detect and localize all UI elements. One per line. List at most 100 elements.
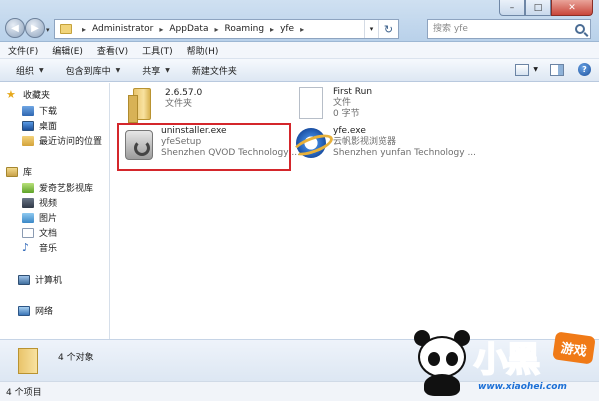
watermark-text: 小黑 bbox=[473, 339, 541, 381]
window-controls: – □ ✕ bbox=[499, 0, 593, 18]
history-dropdown[interactable]: ▾ bbox=[46, 26, 50, 34]
music-icon: ♪ bbox=[22, 240, 30, 254]
menu-view[interactable]: 查看(V) bbox=[97, 44, 128, 57]
new-folder-label: 新建文件夹 bbox=[191, 66, 237, 77]
menu-file[interactable]: 文件(F) bbox=[8, 44, 38, 57]
highlight-box bbox=[117, 123, 291, 171]
nav-libraries-label: 库 bbox=[23, 168, 33, 178]
navigation-pane: ★ 收藏夹 下载 桌面 最近访问的位置 库 爱奇艺影视库 视频 图片 文档 ♪ … bbox=[0, 83, 110, 339]
file-company: Shenzhen yunfan Technology ... bbox=[333, 148, 477, 158]
file-type: 文件 bbox=[333, 98, 352, 108]
nav-network[interactable]: 网络 bbox=[18, 304, 53, 317]
file-item-yfe-exe[interactable]: yfe.exe 云帆影视浏览器 Shenzhen yunfan Technolo… bbox=[293, 126, 476, 166]
address-dropdown[interactable]: ▾ bbox=[364, 20, 378, 38]
folder-icon bbox=[125, 88, 159, 128]
nav-item-recent[interactable]: 最近访问的位置 bbox=[22, 134, 102, 147]
close-button[interactable]: ✕ bbox=[551, 0, 593, 16]
menu-edit[interactable]: 编辑(E) bbox=[52, 44, 83, 57]
nav-computer-label: 计算机 bbox=[35, 276, 63, 286]
pictures-icon bbox=[22, 212, 34, 223]
refresh-icon[interactable]: ↻ bbox=[378, 20, 398, 38]
breadcrumb-separator[interactable]: ▸ bbox=[300, 25, 304, 34]
file-type: 文件夹 bbox=[165, 99, 193, 109]
nav-item-label: 文档 bbox=[39, 229, 58, 239]
nav-item-label: 视频 bbox=[39, 199, 58, 209]
watermark-badge: 游戏 bbox=[552, 331, 596, 365]
menu-tools[interactable]: 工具(T) bbox=[142, 44, 173, 57]
search-input[interactable] bbox=[428, 20, 568, 38]
minimize-button[interactable]: – bbox=[499, 0, 525, 16]
preview-pane-icon[interactable] bbox=[550, 63, 564, 76]
recent-places-icon bbox=[22, 135, 34, 146]
breadcrumb-separator[interactable]: ▸ bbox=[214, 25, 218, 34]
breadcrumb-separator[interactable]: ▸ bbox=[82, 25, 86, 34]
blank-file-icon bbox=[293, 87, 327, 127]
forward-button[interactable]: ▶ bbox=[25, 18, 45, 38]
include-in-library-button[interactable]: 包含到库中 ▼ bbox=[66, 64, 121, 77]
network-icon bbox=[18, 305, 30, 316]
ie-style-icon bbox=[293, 126, 327, 166]
nav-item-downloads[interactable]: 下载 bbox=[22, 104, 57, 117]
command-bar: 组织 ▼ 包含到库中 ▼ 共享 ▼ 新建文件夹 ▼ ? bbox=[0, 59, 599, 82]
item-count: 4 个项目 bbox=[6, 388, 42, 398]
library-icon bbox=[6, 166, 18, 177]
nav-libraries[interactable]: 库 bbox=[6, 165, 32, 178]
change-view-icon[interactable] bbox=[515, 63, 530, 76]
nav-item-label: 爱奇艺影视库 bbox=[39, 184, 94, 194]
breadcrumb-administrator[interactable]: Administrator bbox=[92, 24, 153, 34]
nav-item-videos[interactable]: 视频 bbox=[22, 196, 57, 209]
breadcrumb-separator[interactable]: ▸ bbox=[159, 25, 163, 34]
nav-item-label: 音乐 bbox=[39, 244, 58, 254]
help-icon[interactable]: ? bbox=[578, 63, 591, 76]
title-bar: – □ ✕ ◀ ▶ ▾ ▸ Administrator ▸ AppData ▸ … bbox=[0, 0, 599, 42]
panda-mascot-icon bbox=[408, 328, 474, 398]
watermark-logo: 小黑 游戏 www.xiaohei.com bbox=[404, 326, 599, 401]
menu-help[interactable]: 帮助(H) bbox=[187, 44, 219, 57]
breadcrumb-appdata[interactable]: AppData bbox=[169, 24, 208, 34]
folder-icon bbox=[18, 348, 38, 374]
search-icon[interactable] bbox=[575, 24, 585, 34]
breadcrumb-roaming[interactable]: Roaming bbox=[224, 24, 264, 34]
organize-button[interactable]: 组织 ▼ bbox=[16, 64, 44, 77]
back-button[interactable]: ◀ bbox=[5, 18, 25, 38]
file-name: yfe.exe bbox=[333, 126, 366, 136]
share-button[interactable]: 共享 ▼ bbox=[142, 64, 170, 77]
menu-bar: 文件(F) 编辑(E) 查看(V) 工具(T) 帮助(H) bbox=[0, 42, 599, 59]
nav-item-label: 最近访问的位置 bbox=[39, 137, 103, 147]
documents-icon bbox=[22, 227, 34, 238]
video-icon bbox=[22, 197, 34, 208]
object-count: 4 个对象 bbox=[58, 353, 94, 363]
address-bar[interactable]: ▸ Administrator ▸ AppData ▸ Roaming ▸ yf… bbox=[54, 19, 399, 39]
nav-item-desktop[interactable]: 桌面 bbox=[22, 119, 57, 132]
nav-favorites-label: 收藏夹 bbox=[23, 91, 51, 101]
file-description: 云帆影视浏览器 bbox=[333, 137, 397, 147]
maximize-button[interactable]: □ bbox=[525, 0, 551, 16]
nav-item-pictures[interactable]: 图片 bbox=[22, 211, 57, 224]
breadcrumb-yfe[interactable]: yfe bbox=[280, 24, 294, 34]
search-box[interactable] bbox=[427, 19, 591, 39]
file-name: 2.6.57.0 bbox=[165, 88, 203, 98]
file-name: First Run bbox=[333, 87, 373, 97]
downloads-icon bbox=[22, 105, 34, 116]
star-icon: ★ bbox=[6, 87, 16, 101]
file-item-folder[interactable]: 2.6.57.0 文件夹 bbox=[125, 88, 202, 128]
desktop-icon bbox=[22, 120, 34, 131]
breadcrumb-separator[interactable]: ▸ bbox=[270, 25, 274, 34]
iqiyi-library-icon bbox=[22, 182, 34, 193]
nav-favorites[interactable]: ★ 收藏夹 bbox=[6, 87, 51, 102]
nav-item-documents[interactable]: 文档 bbox=[22, 226, 57, 239]
nav-item-iqiyi[interactable]: 爱奇艺影视库 bbox=[22, 181, 93, 194]
share-label: 共享 bbox=[142, 66, 161, 77]
dropdown-arrow-icon: ▼ bbox=[115, 66, 121, 74]
nav-item-music[interactable]: ♪ 音乐 bbox=[22, 240, 58, 255]
nav-item-label: 下载 bbox=[39, 107, 58, 117]
view-dropdown-icon[interactable]: ▼ bbox=[533, 66, 538, 73]
organize-label: 组织 bbox=[16, 66, 35, 77]
dropdown-arrow-icon: ▼ bbox=[39, 66, 44, 74]
include-library-label: 包含到库中 bbox=[65, 66, 111, 77]
new-folder-button[interactable]: 新建文件夹 bbox=[192, 64, 237, 77]
toolbar-right: ▼ ? bbox=[515, 63, 591, 76]
nav-computer[interactable]: 计算机 bbox=[18, 273, 62, 286]
watermark-url: www.xiaohei.com bbox=[478, 382, 567, 392]
file-item-first-run[interactable]: First Run 文件 0 字节 bbox=[293, 87, 372, 127]
